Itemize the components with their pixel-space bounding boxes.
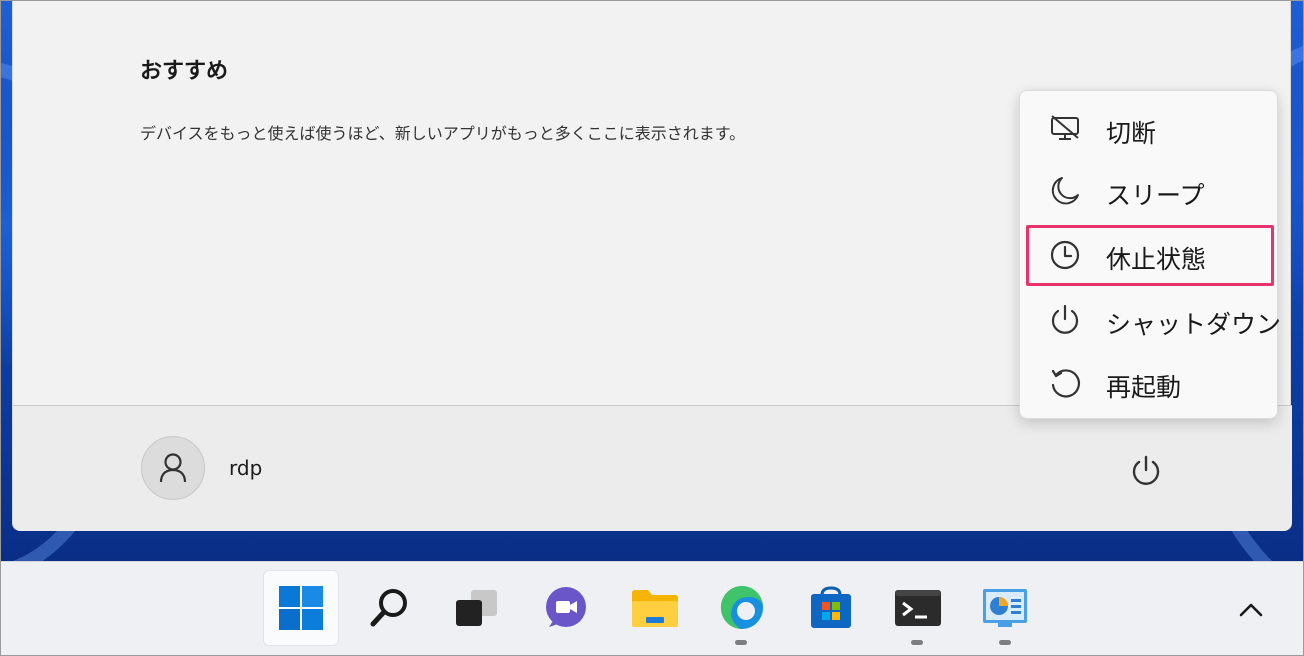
- start-icon: [279, 586, 323, 630]
- power-menu-label: シャットダウン: [1106, 310, 1282, 339]
- power-menu-disconnect[interactable]: 切断: [1028, 100, 1271, 156]
- edge-button[interactable]: [704, 570, 780, 646]
- power-menu-label: 切断: [1106, 119, 1157, 148]
- control-panel-button[interactable]: [967, 570, 1043, 646]
- power-icon: [1048, 303, 1082, 337]
- edge-icon: [720, 585, 763, 629]
- show-hidden-icons-button[interactable]: [1231, 590, 1271, 630]
- disconnect-icon: [1048, 112, 1082, 146]
- power-menu-shutdown[interactable]: シャットダウン: [1028, 291, 1281, 347]
- start-button[interactable]: [263, 570, 339, 646]
- taskbar: [1, 561, 1303, 655]
- restart-icon: [1048, 366, 1082, 400]
- task-view-button[interactable]: [439, 570, 515, 646]
- file-explorer-icon: [632, 590, 678, 627]
- running-indicator: [735, 640, 747, 645]
- recommended-description: デバイスをもっと使えば使うほど、新しいアプリがもっと多くここに表示されます。: [140, 124, 746, 143]
- task-view-icon: [456, 590, 497, 626]
- search-button[interactable]: [352, 570, 428, 646]
- running-indicator: [911, 640, 923, 645]
- highlight-box: [1026, 225, 1274, 286]
- store-button[interactable]: [793, 570, 869, 646]
- power-menu-label: 再起動: [1106, 373, 1182, 402]
- user-name[interactable]: rdp: [229, 456, 262, 480]
- running-indicator: [999, 640, 1011, 645]
- power-menu-sleep[interactable]: スリープ: [1028, 162, 1271, 218]
- start-footer: rdp: [13, 406, 1292, 531]
- search-icon: [370, 589, 407, 627]
- power-menu-label: スリープ: [1106, 181, 1205, 210]
- terminal-icon: [895, 590, 941, 626]
- user-icon: [159, 453, 187, 483]
- recommended-title: おすすめ: [140, 59, 229, 84]
- chat-icon: [546, 587, 586, 627]
- moon-icon: [1048, 174, 1082, 208]
- file-explorer-button[interactable]: [617, 570, 693, 646]
- terminal-button[interactable]: [880, 570, 956, 646]
- chevron-up-icon: [1239, 603, 1263, 617]
- power-icon: [1132, 455, 1160, 485]
- power-menu-restart[interactable]: 再起動: [1028, 354, 1271, 410]
- power-button[interactable]: [1123, 448, 1169, 494]
- store-icon: [811, 586, 851, 628]
- screen: おすすめ デバイスをもっと使えば使うほど、新しいアプリがもっと多くここに表示され…: [0, 0, 1304, 656]
- control-panel-icon: [983, 589, 1027, 627]
- chat-button[interactable]: [528, 570, 604, 646]
- user-avatar[interactable]: [141, 436, 205, 500]
